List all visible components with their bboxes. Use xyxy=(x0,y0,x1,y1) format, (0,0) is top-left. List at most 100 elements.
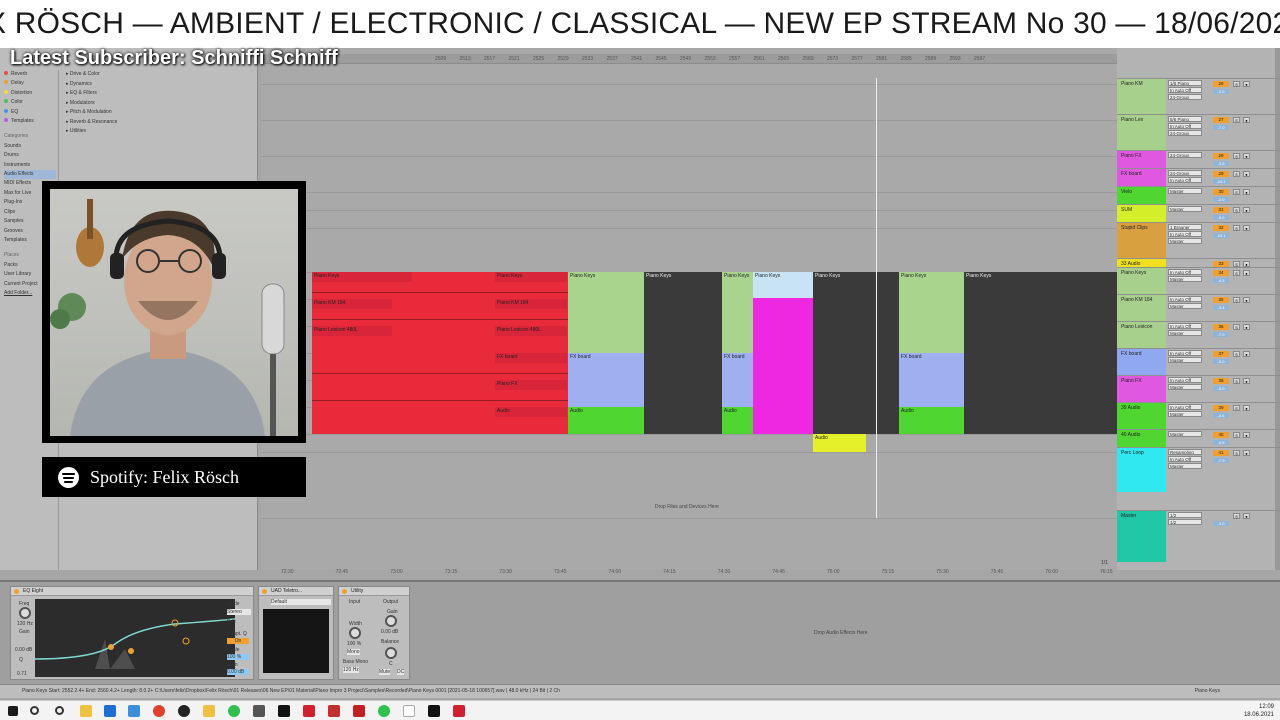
track-volume[interactable]: -3.5 xyxy=(1213,161,1229,166)
solo-button[interactable]: S xyxy=(1233,189,1240,195)
collection-item[interactable]: Delay xyxy=(4,79,56,88)
clip[interactable]: Piano Keys xyxy=(312,272,412,282)
category-item[interactable]: Audio Effects xyxy=(4,170,56,180)
track-activator[interactable]: 29 xyxy=(1213,171,1229,177)
arm-button[interactable]: ● xyxy=(1243,513,1250,519)
app-icon[interactable] xyxy=(328,705,340,717)
folder-item[interactable]: ▸ Reverb & Resonance xyxy=(66,118,246,128)
track-io[interactable]: In Auto Off Master xyxy=(1168,404,1202,418)
clip[interactable]: Piano FX xyxy=(495,380,567,390)
track-io[interactable]: In Auto Off Master xyxy=(1168,296,1202,310)
folder-icon[interactable] xyxy=(203,705,215,717)
solo-button[interactable]: S xyxy=(1233,405,1240,411)
notes-icon[interactable] xyxy=(403,705,415,717)
track-activator[interactable]: 31 xyxy=(1213,207,1229,213)
ableton-icon[interactable] xyxy=(278,705,290,717)
collection-item[interactable]: Color xyxy=(4,98,56,107)
track-io[interactable]: Resampling In Auto Off Master xyxy=(1168,449,1202,470)
arm-button[interactable]: ● xyxy=(1243,450,1250,456)
mixer-track[interactable]: Piano Keys In Auto Off Master 34 -4.3 S ● xyxy=(1117,267,1280,294)
system-clock[interactable]: 12:09 18.06.2021 xyxy=(1244,703,1274,719)
clip[interactable]: Piano Lexicon 480L xyxy=(312,326,392,336)
clip-magenta-selected[interactable]: Piano Keys xyxy=(753,272,813,434)
solo-button[interactable]: S xyxy=(1233,324,1240,330)
clip-dark[interactable]: Piano Keys xyxy=(644,272,722,434)
track-io[interactable]: 24-Group In Auto Off xyxy=(1168,170,1202,184)
mixer-track[interactable]: Stupid Clips 1 Brauner In Auto Off Master 32… xyxy=(1117,222,1280,258)
solo-button[interactable]: S xyxy=(1233,207,1240,213)
track-name[interactable]: Piano FX xyxy=(1117,376,1166,402)
track-name[interactable]: Vielo xyxy=(1117,187,1166,204)
track-name[interactable]: FX board xyxy=(1117,349,1166,375)
clip[interactable]: Piano Keys xyxy=(495,272,567,282)
solo-button[interactable]: S xyxy=(1233,153,1240,159)
track-name[interactable]: Piano FX xyxy=(1117,151,1166,168)
arm-button[interactable]: ● xyxy=(1243,189,1250,195)
track-name[interactable]: Piano Lex xyxy=(1117,115,1166,150)
track-volume[interactable]: -3.4 xyxy=(1213,305,1229,310)
clip-blue[interactable]: FX board xyxy=(568,353,644,407)
clip[interactable]: Piano KM 184 xyxy=(495,299,567,309)
eq-display[interactable] xyxy=(34,599,236,677)
mixer-track[interactable]: Perc Loop Resampling In Auto Off Master 41 -7… xyxy=(1117,447,1280,492)
mixer-track[interactable]: Master 1/2 1/2 -3.0 S ● xyxy=(1117,510,1280,562)
mixer-track[interactable]: Piano FX 24-Group 28 -3.5 S ● xyxy=(1117,150,1280,168)
spotify-icon[interactable] xyxy=(378,705,390,717)
file-explorer-icon[interactable] xyxy=(80,705,92,717)
track-name[interactable]: Piano Keys xyxy=(1117,268,1166,294)
eq-eight-device[interactable]: EQ Eight Freq 120 Hz Gain 0.00 dB Q 0.71… xyxy=(10,586,254,680)
solo-button[interactable]: S xyxy=(1233,117,1240,123)
arm-button[interactable]: ● xyxy=(1243,324,1250,330)
track-activator[interactable]: 38 xyxy=(1213,378,1229,384)
clip-blue[interactable]: FX board xyxy=(899,353,964,407)
track-activator[interactable]: 37 xyxy=(1213,351,1229,357)
solo-button[interactable]: S xyxy=(1233,171,1240,177)
stack-icon[interactable] xyxy=(353,705,365,717)
solo-button[interactable]: S xyxy=(1233,81,1240,87)
track-io[interactable]: Master xyxy=(1168,206,1202,213)
track-activator[interactable]: 28 xyxy=(1213,153,1229,159)
category-item[interactable]: Sounds xyxy=(4,142,56,151)
gain-knob[interactable] xyxy=(385,615,397,627)
track-io[interactable]: In Auto Off Master xyxy=(1168,269,1202,283)
clip[interactable]: Piano Lexicon 480L xyxy=(495,326,567,336)
solo-button[interactable]: S xyxy=(1233,351,1240,357)
mixer-track[interactable]: Piano FX In Auto Off Master 38 -9.0 S ● xyxy=(1117,375,1280,402)
arm-button[interactable]: ● xyxy=(1243,378,1250,384)
arm-button[interactable]: ● xyxy=(1243,207,1250,213)
track-volume[interactable]: -9.0 xyxy=(1213,386,1229,391)
clip-dark[interactable]: Piano Keys xyxy=(964,272,1117,434)
track-name[interactable]: Piano Lexicon xyxy=(1117,322,1166,348)
track-io[interactable]: 5/6 Piano In Auto Off 24-Group xyxy=(1168,116,1202,137)
app-icon[interactable] xyxy=(253,705,265,717)
folder-item[interactable]: ▸ EQ & Filters xyxy=(66,89,246,99)
track-volume[interactable]: -9.0 xyxy=(1213,215,1229,220)
outlook-icon[interactable] xyxy=(104,705,116,717)
track-io[interactable]: 1/6 Piano In Auto Off 24-Group xyxy=(1168,80,1202,101)
track-volume[interactable]: -3.0 xyxy=(1213,521,1229,526)
track-io[interactable]: Master xyxy=(1168,431,1202,438)
app-icon[interactable] xyxy=(178,705,190,717)
folder-item[interactable]: ▸ Modulators xyxy=(66,99,246,109)
folder-item[interactable]: ▸ Pitch & Modulation xyxy=(66,108,246,118)
arm-button[interactable]: ● xyxy=(1243,117,1250,123)
folder-item[interactable]: ▸ Utilities xyxy=(66,127,246,137)
arrangement-view[interactable]: 2509 2513 2517 2521 2525 2529 2533 2537 2541 2545… xyxy=(261,48,1117,575)
collection-item[interactable]: Reverb xyxy=(4,70,56,79)
collection-item[interactable]: Distortion xyxy=(4,89,56,98)
solo-button[interactable]: S xyxy=(1233,270,1240,276)
track-name[interactable]: Piano KM xyxy=(1117,79,1166,114)
arm-button[interactable]: ● xyxy=(1243,351,1250,357)
track-name[interactable]: SUM xyxy=(1117,205,1166,222)
mixer-track[interactable]: Piano Lexicon In Auto Off Master 36 -7.0 S ● xyxy=(1117,321,1280,348)
track-activator[interactable]: 35 xyxy=(1213,297,1229,303)
arm-button[interactable]: ● xyxy=(1243,153,1250,159)
track-volume[interactable]: -10.1 xyxy=(1213,179,1229,184)
clip-audio-yellow[interactable]: Audio xyxy=(813,434,866,452)
arm-button[interactable]: ● xyxy=(1243,432,1250,438)
track-io[interactable]: In Auto Off Master xyxy=(1168,377,1202,391)
track-io[interactable]: In Auto Off Master xyxy=(1168,323,1202,337)
clip[interactable]: FX board xyxy=(495,353,567,363)
track-name[interactable]: FX board xyxy=(1117,169,1166,186)
track-volume[interactable]: -7.0 xyxy=(1213,332,1229,337)
